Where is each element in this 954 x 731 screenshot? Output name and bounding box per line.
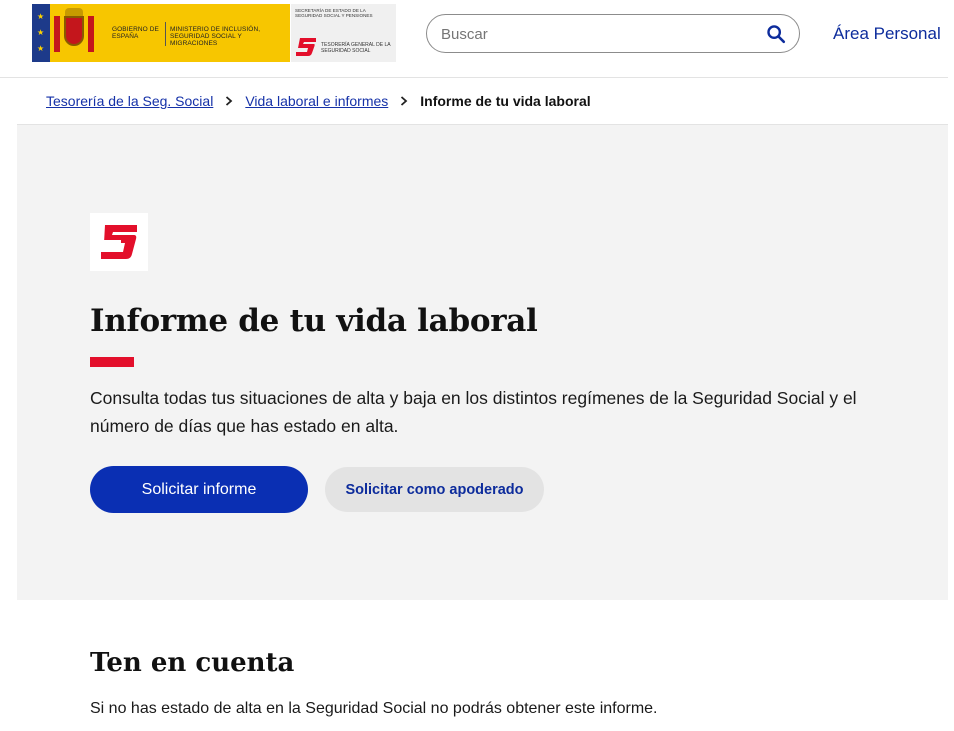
hero-section: Informe de tu vida laboral Consulta toda… [17,125,948,600]
site-header: ★ ★ ★ Gobierno de España Ministerio de Inc… [0,0,954,78]
search-icon[interactable] [765,23,787,45]
tgss-logo: Secretaría de Estado de la Seguridad Soc… [290,4,396,62]
breadcrumb: Tesorería de la Seg. Social Vida laboral… [17,78,948,125]
search-input[interactable] [441,24,751,44]
solicitar-apoderado-button[interactable]: Solicitar como apoderado [325,467,544,512]
chevron-right-icon [400,93,408,109]
secretaria-label: Secretaría de Estado de la Seguridad Soc… [295,8,373,19]
breadcrumb-item-tesoreria[interactable]: Tesorería de la Seg. Social [46,93,213,109]
notice-title: Ten en cuenta [90,648,295,678]
gobierno-label: Gobierno de España [112,26,159,40]
breadcrumb-item-vida-laboral[interactable]: Vida laboral e informes [245,93,388,109]
page-title: Informe de tu vida laboral [90,303,538,339]
solicitar-informe-button[interactable]: Solicitar informe [90,466,308,513]
tgss-logo-icon [101,225,137,259]
gobierno-logo: ★ ★ ★ Gobierno de España Ministerio de Inc… [32,4,290,62]
logo-divider [165,22,166,46]
notice-text: Si no has estado de alta en la Seguridad… [90,700,658,717]
area-personal-link[interactable]: Área Personal [833,24,941,44]
government-logo[interactable]: ★ ★ ★ Gobierno de España Ministerio de Inc… [32,4,396,62]
tgss-label: Tesorería General de la Seguridad Social [321,42,391,54]
search-box [426,14,800,53]
breadcrumb-current: Informe de tu vida laboral [420,93,591,109]
page-edge [948,0,954,731]
coat-of-arms-icon [50,4,98,62]
ministry-label: Ministerio de Inclusión, Seguridad Socia… [170,26,261,47]
tgss-logo-icon [296,38,316,56]
eu-flag-icon: ★ ★ ★ [32,4,50,62]
page-description: Consulta todas tus situaciones de alta y… [90,388,857,436]
title-accent-bar [90,357,134,367]
tgss-service-icon [90,213,148,271]
chevron-right-icon [225,93,233,109]
